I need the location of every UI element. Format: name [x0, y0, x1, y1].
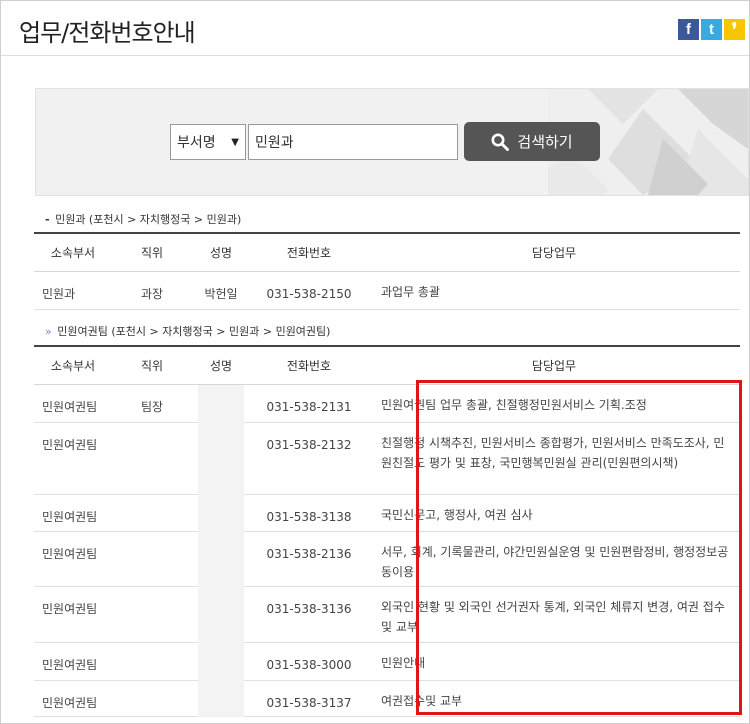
phone-cell: 031-538-3136 — [250, 586, 368, 643]
table-row: 민원여권팀 031-538-3000 민원안내 — [34, 642, 740, 681]
dept-cell: 민원여권팀 — [34, 642, 112, 681]
search-input[interactable] — [248, 124, 458, 160]
phone-cell: 031-538-3000 — [250, 642, 368, 681]
column-header: 담당업무 — [368, 233, 740, 272]
duty-cell: 외국인 현황 및 외국인 선거권자 통계, 외국인 체류지 변경, 여권 접수 … — [368, 586, 740, 643]
position-cell — [112, 586, 192, 643]
page-title: 업무/전화번호안내 — [19, 19, 196, 47]
column-header: 소속부서 — [34, 233, 112, 272]
dept-cell: 민원과 — [34, 271, 112, 310]
share-buttons: f t ❜ — [678, 19, 745, 40]
column-header: 성명 — [192, 233, 250, 272]
duty-cell: 여권접수및 교부 — [368, 680, 740, 717]
phone-cell: 031-538-2132 — [250, 422, 368, 495]
search-button-label: 검색하기 — [517, 133, 573, 151]
position-cell — [112, 680, 192, 717]
duty-cell: 국민신문고, 행정사, 여권 심사 — [368, 494, 740, 532]
column-header: 전화번호 — [250, 233, 368, 272]
dept-cell: 민원여권팀 — [34, 586, 112, 643]
dept-cell: 민원여권팀 — [34, 680, 112, 717]
table-row: 민원과 과장 박헌일 031-538-2150 과업무 총괄 — [34, 271, 740, 310]
table-row: 민원여권팀 031-538-2132 친절행정 시책추진, 민원서비스 종합평가… — [34, 422, 740, 495]
staff-table-section-2: 소속부서 직위 성명 전화번호 담당업무 민원여권팀 팀장 031-538-21… — [34, 345, 740, 717]
table-header-row: 소속부서 직위 성명 전화번호 담당업무 — [34, 233, 740, 272]
duty-cell: 서무, 회계, 기록물관리, 야간민원실운영 및 민원편람정비, 행정정보공동이… — [368, 531, 740, 587]
search-button[interactable]: 검색하기 — [464, 122, 600, 161]
phone-cell: 031-538-2136 — [250, 531, 368, 587]
table-header-row: 소속부서 직위 성명 전화번호 담당업무 — [34, 346, 740, 385]
name-cell-redacted — [192, 531, 250, 587]
name-cell-redacted — [192, 422, 250, 495]
table-row: 민원여권팀 031-538-2136 서무, 회계, 기록물관리, 야간민원실운… — [34, 531, 740, 587]
dept-cell: 민원여권팀 — [34, 422, 112, 495]
search-panel: 부서명 ▼ 검색하기 — [35, 88, 749, 196]
name-cell-redacted — [192, 586, 250, 643]
phone-cell: 031-538-2131 — [250, 384, 368, 423]
column-header: 소속부서 — [34, 346, 112, 385]
dept-cell: 민원여권팀 — [34, 494, 112, 532]
search-category-select[interactable]: 부서명 ▼ — [170, 124, 246, 160]
dept-cell: 민원여권팀 — [34, 384, 112, 423]
position-cell — [112, 494, 192, 532]
kakaostory-share-icon[interactable]: ❜ — [724, 19, 745, 40]
column-header: 직위 — [112, 346, 192, 385]
section-breadcrumb: - 민원과 (포천시 > 자치행정국 > 민원과) — [45, 211, 241, 227]
table-row: 민원여권팀 031-538-3137 여권접수및 교부 — [34, 680, 740, 717]
name-cell-redacted — [192, 384, 250, 423]
section-breadcrumb-text: 민원과 (포천시 > 자치행정국 > 민원과) — [55, 213, 242, 226]
name-cell-redacted — [192, 494, 250, 532]
position-cell — [112, 642, 192, 681]
dash-bullet-icon: - — [45, 213, 50, 226]
duty-cell: 민원여권팀 업무 총괄, 친절행정민원서비스 기획.조정 — [368, 384, 740, 423]
name-cell-redacted — [192, 680, 250, 717]
phone-cell: 031-538-2150 — [250, 271, 368, 310]
phone-cell: 031-538-3138 — [250, 494, 368, 532]
staff-table-section-1: 소속부서 직위 성명 전화번호 담당업무 민원과 과장 박헌일 031-538-… — [34, 232, 740, 310]
column-header: 담당업무 — [368, 346, 740, 385]
name-cell: 박헌일 — [192, 271, 250, 310]
twitter-share-icon[interactable]: t — [701, 19, 722, 40]
chevron-down-icon: ▼ — [231, 136, 239, 148]
dept-cell: 민원여권팀 — [34, 531, 112, 587]
column-header: 전화번호 — [250, 346, 368, 385]
section-breadcrumb-text: 민원여권팀 (포천시 > 자치행정국 > 민원과 > 민원여권팀) — [57, 325, 331, 338]
section-breadcrumb: » 민원여권팀 (포천시 > 자치행정국 > 민원과 > 민원여권팀) — [45, 323, 330, 339]
position-cell: 팀장 — [112, 384, 192, 423]
facebook-share-icon[interactable]: f — [678, 19, 699, 40]
position-cell: 과장 — [112, 271, 192, 310]
table-row: 민원여권팀 팀장 031-538-2131 민원여권팀 업무 총괄, 친절행정민… — [34, 384, 740, 423]
name-cell-redacted — [192, 642, 250, 681]
position-cell — [112, 531, 192, 587]
search-category-value: 부서명 — [177, 135, 216, 151]
search-icon — [491, 133, 510, 151]
duty-cell: 친절행정 시책추진, 민원서비스 종합평가, 민원서비스 만족도조사, 민원친절… — [368, 422, 740, 495]
double-chevron-bullet-icon: » — [45, 325, 52, 338]
phone-cell: 031-538-3137 — [250, 680, 368, 717]
position-cell — [112, 422, 192, 495]
duty-cell: 과업무 총괄 — [368, 271, 740, 310]
column-header: 직위 — [112, 233, 192, 272]
column-header: 성명 — [192, 346, 250, 385]
page-header: 업무/전화번호안내 f t ❜ — [1, 1, 749, 56]
table-row: 민원여권팀 031-538-3138 국민신문고, 행정사, 여권 심사 — [34, 494, 740, 532]
duty-cell: 민원안내 — [368, 642, 740, 681]
table-row: 민원여권팀 031-538-3136 외국인 현황 및 외국인 선거권자 통계,… — [34, 586, 740, 643]
